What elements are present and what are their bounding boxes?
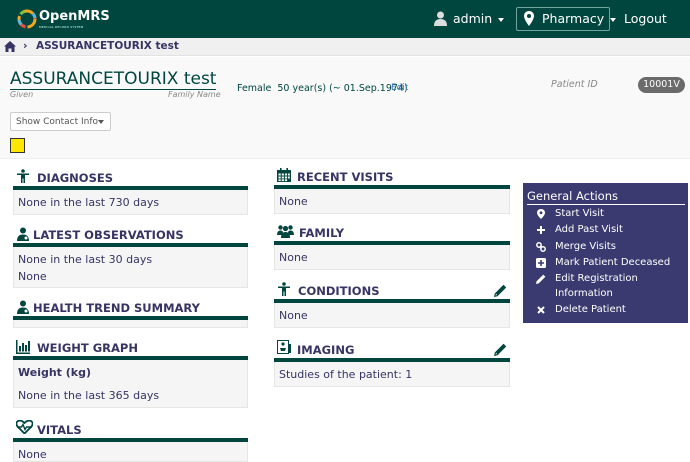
bar-chart-icon <box>16 340 30 354</box>
logo-text: OpenMRS <box>39 9 110 24</box>
pencil-icon[interactable] <box>494 284 507 297</box>
location-label[interactable]: Pharmacy <box>542 11 617 26</box>
imaging-text: Studies of the patient: 1 <box>279 368 413 381</box>
weight-graph-panel: Weight (kg) None in the last 365 days <box>13 360 248 408</box>
health-trend-icon <box>17 300 29 314</box>
conditions-title: CONDITIONS <box>298 284 380 298</box>
sticky-note-icon[interactable] <box>10 138 25 153</box>
breadcrumb: › ASSURANCETOURIX test <box>0 38 690 56</box>
diagnoses-text: None in the last 730 days <box>18 196 160 209</box>
conditions-text: None <box>279 309 308 322</box>
plus-icon <box>537 226 545 234</box>
family-title: FAMILY <box>299 226 345 240</box>
patient-id-label: Patient ID <box>551 79 598 90</box>
plus-square-icon <box>536 258 546 268</box>
chevron-down-icon <box>610 17 617 22</box>
health-trend-summary-title: HEALTH TREND SUMMARY <box>33 301 200 315</box>
calendar-icon <box>277 168 291 182</box>
pencil-icon <box>536 274 546 284</box>
heartbeat-icon <box>16 420 33 434</box>
imaging-icon <box>277 340 291 354</box>
health-trend-panel <box>13 320 248 328</box>
vitals-text: None <box>18 448 47 461</box>
imaging-title: IMAGING <box>297 343 355 357</box>
user-menu[interactable]: admin <box>453 11 505 26</box>
general-actions-title: General Actions <box>527 189 685 205</box>
pencil-icon[interactable] <box>494 343 507 356</box>
map-pin-icon <box>524 11 534 26</box>
observations-panel: None in the last 30 days None <box>13 247 248 288</box>
family-icon <box>277 225 294 238</box>
username: admin <box>453 11 493 26</box>
recent-visits-text: None <box>279 195 308 208</box>
link-icon <box>536 242 546 252</box>
map-pin-icon <box>537 209 545 219</box>
user-icon <box>434 11 447 26</box>
general-actions-panel: General Actions Start Visit Add Past Vis… <box>523 183 688 323</box>
diagnoses-title: DIAGNOSES <box>37 171 113 185</box>
chevron-down-icon <box>98 120 104 124</box>
diagnoses-panel: None in the last 730 days <box>13 190 248 215</box>
observations-range-text: None in the last 30 days <box>18 253 153 266</box>
weight-graph-title: WEIGHT GRAPH <box>37 341 138 355</box>
weight-range-text: None in the last 365 days <box>18 389 160 402</box>
patient-id-badge: 10001V <box>638 77 685 93</box>
conditions-panel: None <box>274 303 510 328</box>
chevron-down-icon <box>498 17 505 22</box>
imaging-panel: Studies of the patient: 1 <box>274 362 510 387</box>
chevron-right-icon: › <box>23 39 28 52</box>
condition-icon <box>278 282 290 296</box>
show-contact-info-button[interactable]: Show Contact Info <box>10 112 111 131</box>
diagnosis-icon <box>17 169 29 183</box>
patient-header: ASSURANCETOURIX test Given Family Name F… <box>0 57 690 159</box>
recent-visits-title: RECENT VISITS <box>297 170 394 184</box>
vitals-title: VITALS <box>37 423 82 437</box>
edit-demographics-link[interactable]: Edit <box>391 83 408 93</box>
patient-name: ASSURANCETOURIX test <box>10 69 217 90</box>
patient-demographics: Female 50 year(s) (~ 01.Sep.1974) <box>237 83 408 94</box>
openmrs-logo-icon[interactable] <box>17 9 37 29</box>
observations-icon <box>17 227 29 241</box>
given-label: Given <box>10 90 34 99</box>
latest-observations-title: LATEST OBSERVATIONS <box>33 228 184 242</box>
breadcrumb-current: ASSURANCETOURIX test <box>36 40 179 52</box>
weight-subtitle: Weight (kg) <box>18 366 92 379</box>
home-icon[interactable] <box>4 41 16 52</box>
top-navbar: OpenMRS MEDICAL RECORD SYSTEM admin Phar… <box>0 0 690 38</box>
recent-visits-panel: None <box>274 189 510 214</box>
logout-link[interactable]: Logout <box>624 11 667 26</box>
observations-value-text: None <box>18 270 47 283</box>
family-label: Family Name <box>168 90 221 99</box>
vitals-panel: None <box>13 442 248 462</box>
family-panel: None <box>274 245 510 270</box>
close-icon <box>537 306 545 314</box>
family-text: None <box>279 251 308 264</box>
logo-subtext: MEDICAL RECORD SYSTEM <box>39 25 84 29</box>
